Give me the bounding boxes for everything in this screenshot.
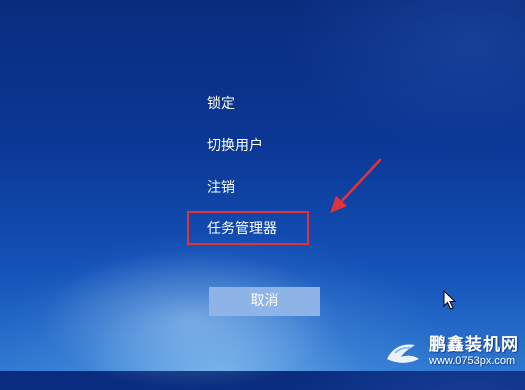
- cancel-button[interactable]: 取消: [209, 287, 320, 316]
- mouse-pointer-icon: [443, 290, 457, 310]
- watermark: 鹏鑫装机网 www.0753px.com: [385, 335, 519, 367]
- task-manager-highlight-box: [187, 211, 309, 245]
- watermark-brand: 鹏鑫装机网: [429, 335, 519, 355]
- sign-out-option[interactable]: 注销: [207, 180, 235, 196]
- background-glow: [40, 250, 340, 390]
- watermark-url: www.0753px.com: [429, 355, 516, 367]
- switch-user-option[interactable]: 切换用户: [207, 138, 263, 154]
- lock-option[interactable]: 锁定: [207, 96, 235, 112]
- dragon-logo-icon: [387, 344, 419, 363]
